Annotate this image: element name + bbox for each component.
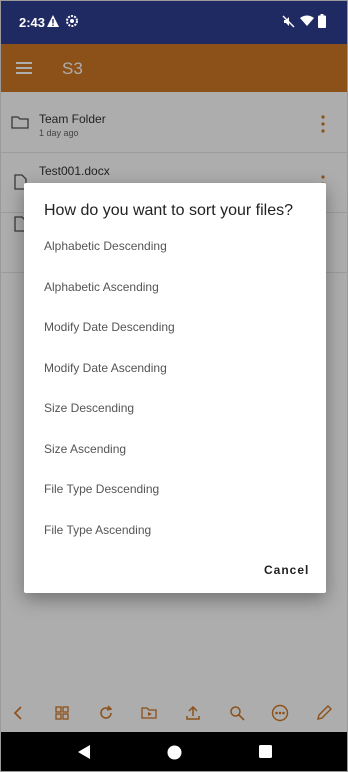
sort-option-modify-date-descending[interactable]: Modify Date Descending — [24, 308, 326, 346]
sort-option-size-descending[interactable]: Size Descending — [24, 389, 326, 427]
sort-option-label: Size Ascending — [44, 442, 127, 456]
sort-option-alphabetic-descending[interactable]: Alphabetic Descending — [24, 227, 326, 265]
sort-option-label: Alphabetic Descending — [44, 239, 167, 253]
warning-icon — [47, 15, 59, 27]
sort-option-label: Alphabetic Ascending — [44, 280, 159, 294]
cancel-button[interactable]: Cancel — [264, 563, 309, 577]
sort-dialog: How do you want to sort your files? Alph… — [24, 183, 326, 593]
wifi-icon — [300, 15, 314, 26]
app-screen: 2:43 S3 Team Folder 1 day ago Test001.do… — [0, 0, 348, 772]
sort-option-label: Modify Date Descending — [44, 320, 175, 334]
back-icon[interactable] — [77, 744, 91, 760]
sort-option-size-ascending[interactable]: Size Ascending — [24, 430, 326, 468]
sort-option-label: File Type Ascending — [44, 523, 152, 537]
sort-option-modify-date-ascending[interactable]: Modify Date Ascending — [24, 349, 326, 387]
sort-option-file-type-descending[interactable]: File Type Descending — [24, 470, 326, 508]
sort-option-label: Size Descending — [44, 401, 135, 415]
recent-apps-icon[interactable] — [259, 745, 272, 758]
battery-icon — [318, 14, 326, 28]
sort-option-alphabetic-ascending[interactable]: Alphabetic Ascending — [24, 268, 326, 306]
sort-option-label: File Type Descending — [44, 482, 160, 496]
system-nav-bar — [1, 732, 347, 771]
sort-option-file-type-ascending[interactable]: File Type Ascending — [24, 511, 326, 549]
home-icon[interactable] — [167, 745, 182, 760]
status-bar: 2:43 — [1, 1, 347, 44]
gear-icon — [66, 15, 78, 27]
dialog-title: How do you want to sort your files? — [44, 202, 294, 219]
mute-icon — [282, 15, 295, 28]
sort-option-label: Modify Date Ascending — [44, 361, 167, 375]
status-time: 2:43 — [19, 15, 46, 30]
